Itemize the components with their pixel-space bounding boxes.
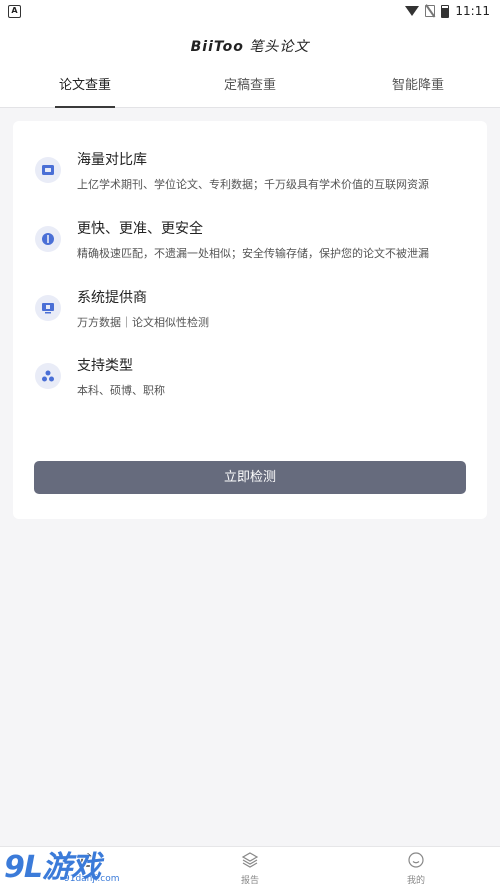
provider-icon — [35, 295, 61, 321]
tab-final-check[interactable]: 定稿查重 — [180, 74, 320, 108]
wifi-icon — [405, 6, 420, 16]
app-title-text: 笔头论文 — [249, 39, 310, 55]
status-bar: A 11:11 — [0, 0, 500, 22]
database-icon — [35, 157, 61, 183]
tab-smart-reduce[interactable]: 智能降重 — [348, 74, 488, 108]
speed-icon — [35, 226, 61, 252]
watermark-logo: 9L游戏 91danji.com — [4, 842, 124, 888]
feature-item: 支持类型 本科、硕博、职称 — [35, 355, 475, 405]
nav-item-mine[interactable]: 我的 — [386, 851, 446, 886]
no-sim-icon — [425, 5, 436, 17]
feature-card: 海量对比库 上亿学术期刊、学位论文、专利数据；千万级具有学术价值的互联网资源 更… — [13, 121, 487, 519]
layers-icon — [241, 852, 259, 868]
app-header: BiiToo 笔头论文 论文查重 定稿查重 智能降重 — [0, 22, 500, 108]
smile-icon — [408, 852, 424, 868]
a-notification-icon: A — [8, 4, 21, 18]
feature-title: 系统提供商 — [77, 290, 147, 306]
nav-item-report[interactable]: 报告 — [220, 851, 280, 886]
nav-label-report: 报告 — [240, 876, 259, 886]
battery-icon — [441, 4, 450, 18]
feature-desc: 上亿学术期刊、学位论文、专利数据；千万级具有学术价值的互联网资源 — [77, 178, 429, 191]
tab-bar: 论文查重 定稿查重 智能降重 — [0, 74, 500, 108]
feature-desc: 本科、硕博、职称 — [77, 384, 165, 397]
feature-item: 更快、更准、更安全 精确极速匹配，不遗漏一处相似；安全传输存储，保护您的论文不被… — [35, 218, 475, 268]
app-title: BiiToo 笔头论文 — [0, 36, 500, 56]
status-time: 11:11 — [455, 4, 490, 18]
watermark-url: 91danji.com — [64, 874, 120, 884]
feature-title: 更快、更准、更安全 — [77, 221, 203, 237]
feature-desc: 万方数据｜论文相似性检测 — [77, 316, 209, 329]
status-left: A — [8, 4, 21, 18]
feature-desc: 精确极速匹配，不遗漏一处相似；安全传输存储，保护您的论文不被泄漏 — [77, 247, 429, 260]
status-right: 11:11 — [405, 4, 490, 18]
types-icon — [35, 363, 61, 389]
app-brand: BiiToo — [190, 39, 244, 55]
detect-now-button[interactable]: 立即检测 — [34, 461, 466, 494]
feature-title: 海量对比库 — [77, 152, 147, 168]
feature-item: 海量对比库 上亿学术期刊、学位论文、专利数据；千万级具有学术价值的互联网资源 — [35, 149, 475, 199]
nav-label-mine: 我的 — [406, 876, 425, 886]
feature-title: 支持类型 — [77, 358, 133, 374]
tab-paper-check[interactable]: 论文查重 — [15, 74, 155, 108]
feature-item: 系统提供商 万方数据｜论文相似性检测 — [35, 287, 475, 337]
